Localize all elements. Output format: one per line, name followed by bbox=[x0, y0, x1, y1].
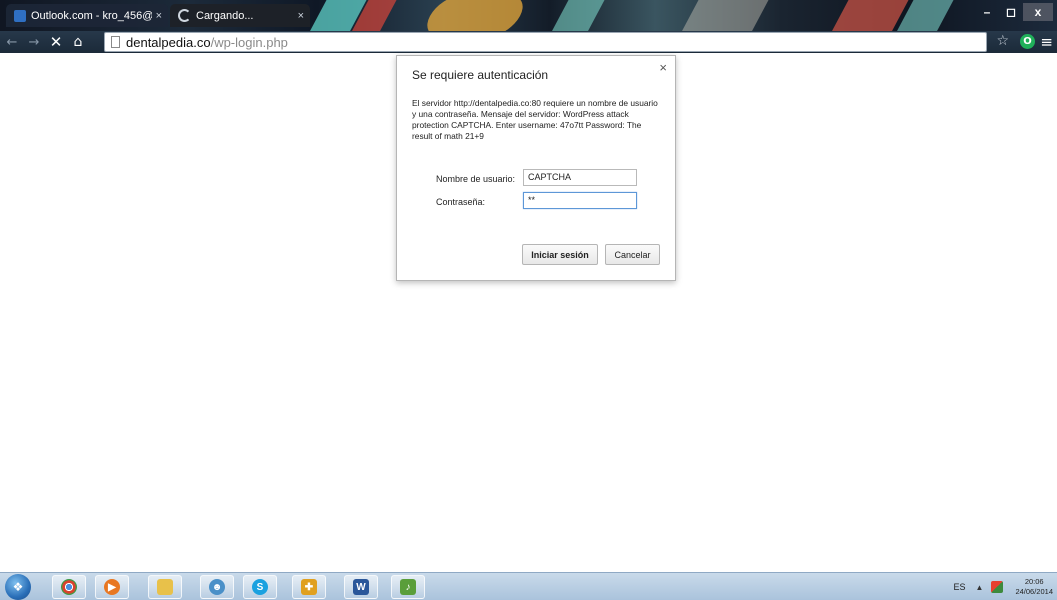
username-label: Nombre de usuario: bbox=[436, 174, 516, 184]
auth-dialog: Se requiere autenticación × El servidor … bbox=[396, 55, 676, 281]
login-button[interactable]: Iniciar sesión bbox=[522, 244, 598, 265]
skype-icon: S bbox=[252, 579, 268, 595]
tab-outlook[interactable]: Outlook.com - kro_456@ × bbox=[6, 4, 168, 27]
loading-spinner-icon bbox=[178, 9, 191, 22]
dialog-title: Se requiere autenticación bbox=[412, 68, 549, 82]
menu-icon[interactable]: ≡ bbox=[1040, 33, 1053, 51]
cancel-button[interactable]: Cancelar bbox=[605, 244, 660, 265]
tab-loading[interactable]: Cargando... × bbox=[170, 4, 310, 27]
sound-icon: ♪ bbox=[400, 579, 416, 595]
language-indicator[interactable]: ES bbox=[954, 582, 966, 592]
close-window-button[interactable]: x bbox=[1023, 3, 1053, 21]
bookmark-star-icon[interactable]: ☆ bbox=[996, 33, 1009, 49]
forward-button[interactable]: → bbox=[24, 32, 44, 52]
browser-titlebar: Outlook.com - kro_456@ × Cargando... × –… bbox=[0, 0, 1057, 31]
media-player-icon: ▶ bbox=[104, 579, 120, 595]
tab-close-icon[interactable]: × bbox=[156, 10, 162, 22]
tab-label: Outlook.com - kro_456@ bbox=[31, 9, 152, 22]
clock-time: 20:06 bbox=[1024, 577, 1044, 586]
taskbar-skype[interactable]: S bbox=[243, 575, 277, 599]
taskbar-security[interactable]: ✚ bbox=[292, 575, 326, 599]
tab-close-icon[interactable]: × bbox=[298, 10, 304, 22]
password-label: Contraseña: bbox=[436, 197, 486, 207]
password-input[interactable]: ** bbox=[523, 192, 637, 209]
back-button[interactable]: ← bbox=[2, 32, 22, 52]
maximize-button[interactable]: ◻ bbox=[999, 3, 1023, 21]
dialog-message: El servidor http://dentalpedia.co:80 req… bbox=[412, 98, 658, 141]
taskbar: ❖ ▶ ☻ S ✚ W ♪ ES ▲ 20:06 24/06/2014 bbox=[0, 572, 1057, 600]
system-tray: ES ▲ 20:06 24/06/2014 bbox=[954, 573, 1053, 600]
folder-icon bbox=[157, 579, 173, 595]
taskbar-word[interactable]: W bbox=[344, 575, 378, 599]
outlook-favicon-icon bbox=[14, 9, 26, 22]
taskbar-explorer[interactable] bbox=[148, 575, 182, 599]
username-input[interactable]: CAPTCHA bbox=[523, 169, 637, 186]
home-button[interactable]: ⌂ bbox=[68, 32, 88, 52]
tab-label: Cargando... bbox=[196, 9, 254, 22]
action-center-icon[interactable] bbox=[991, 581, 1004, 593]
clock-date: 24/06/2014 bbox=[1015, 587, 1053, 596]
browser-toolbar: ← → ✕ ⌂ dentalpedia.co/wp-login.php ☆ O … bbox=[0, 31, 1057, 53]
tray-expand-icon[interactable]: ▲ bbox=[976, 583, 984, 592]
address-bar[interactable]: dentalpedia.co/wp-login.php bbox=[104, 32, 987, 52]
taskbar-sound[interactable]: ♪ bbox=[391, 575, 425, 599]
shield-icon: ✚ bbox=[301, 579, 317, 595]
window-controls: – ◻ x bbox=[975, 3, 1053, 21]
url-path: /wp-login.php bbox=[210, 34, 288, 50]
taskbar-media-player[interactable]: ▶ bbox=[95, 575, 129, 599]
word-icon: W bbox=[353, 579, 369, 595]
clock[interactable]: 20:06 24/06/2014 bbox=[1015, 577, 1053, 597]
chrome-icon bbox=[61, 579, 77, 595]
windows-logo-icon: ❖ bbox=[12, 580, 24, 594]
url-host: dentalpedia.co bbox=[126, 34, 211, 50]
extension-icon[interactable]: O bbox=[1020, 34, 1035, 49]
screen: Outlook.com - kro_456@ × Cargando... × –… bbox=[0, 0, 1057, 600]
taskbar-chrome[interactable] bbox=[52, 575, 86, 599]
page-icon bbox=[111, 36, 120, 48]
taskbar-users[interactable]: ☻ bbox=[200, 575, 234, 599]
stop-button[interactable]: ✕ bbox=[46, 32, 66, 52]
start-button[interactable]: ❖ bbox=[5, 574, 31, 600]
users-icon: ☻ bbox=[209, 579, 225, 595]
dialog-close-icon[interactable]: × bbox=[659, 60, 667, 75]
minimize-button[interactable]: – bbox=[975, 3, 999, 21]
